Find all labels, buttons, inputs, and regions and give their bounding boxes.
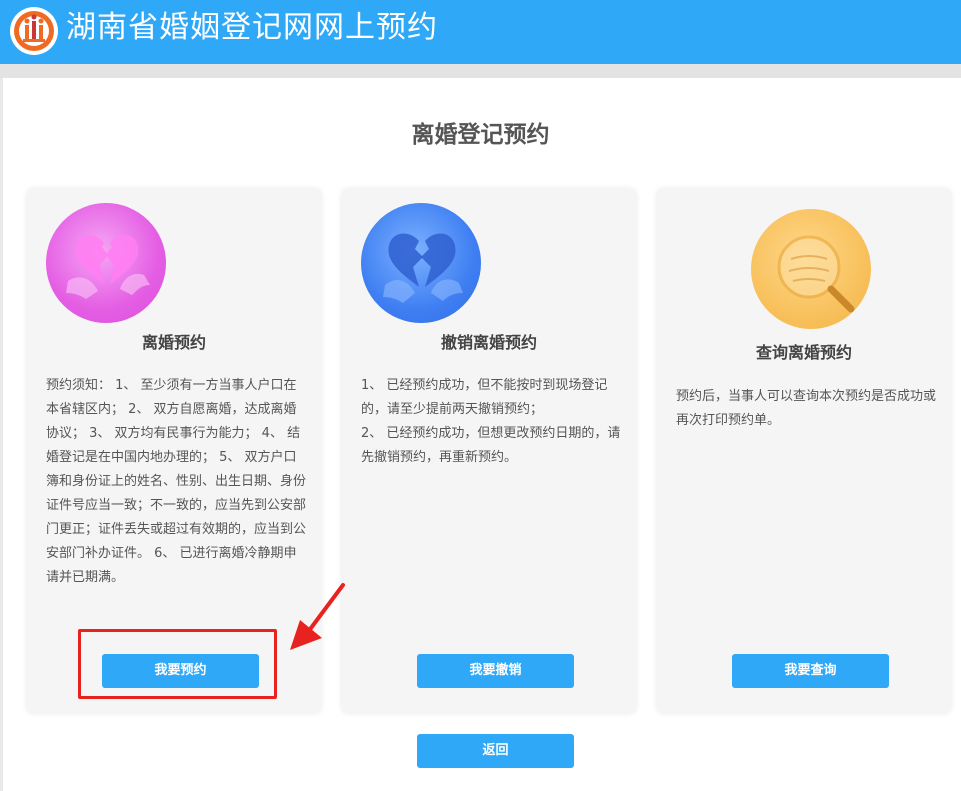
cancel-appointment-button[interactable]: 我要撤销 — [417, 654, 574, 688]
back-button[interactable]: 返回 — [417, 734, 574, 768]
card-title: 查询离婚预约 — [755, 343, 852, 362]
annotation-arrow-icon — [290, 583, 345, 650]
app-header: 湖南省婚姻登记网网上预约 — [0, 0, 961, 64]
broken-heart-icon — [46, 203, 166, 323]
cancel-divorce-appointment-card: 撤销离婚预约 1、 已经预约成功，但不能按时到现场登记的，请至少提前两天撤销预约… — [342, 189, 636, 713]
header-divider — [0, 64, 961, 78]
query-divorce-appointment-card: 查询离婚预约 预约后，当事人可以查询本次预约是否成功或再次打印预约单。 我要查询 — [657, 189, 951, 713]
annotation-highlight-box — [78, 629, 277, 699]
query-appointment-button[interactable]: 我要查询 — [732, 654, 889, 688]
marriage-registration-logo — [10, 7, 58, 55]
page-title: 离婚登记预约 — [411, 122, 550, 148]
card-title: 撤销离婚预约 — [440, 333, 537, 352]
magnifier-icon — [751, 209, 871, 329]
card-description: 1、 已经预约成功，但不能按时到现场登记的，请至少提前两天撤销预约； 2、 已经… — [361, 374, 623, 470]
site-title: 湖南省婚姻登记网网上预约 — [66, 10, 438, 45]
description-line-1: 1、 已经预约成功，但不能按时到现场登记的，请至少提前两天撤销预约； — [361, 378, 608, 417]
card-description: 预约后，当事人可以查询本次预约是否成功或再次打印预约单。 — [676, 389, 937, 428]
description-line-2: 2、 已经预约成功，但想更改预约日期的，请先撤销预约，再重新预约。 — [361, 426, 621, 465]
card-title: 离婚预约 — [141, 333, 206, 352]
card-description: 预约须知： 1、 至少须有一方当事人户口在本省辖区内； 2、 双方自愿离婚，达成… — [46, 378, 307, 585]
mended-heart-icon — [361, 203, 481, 323]
